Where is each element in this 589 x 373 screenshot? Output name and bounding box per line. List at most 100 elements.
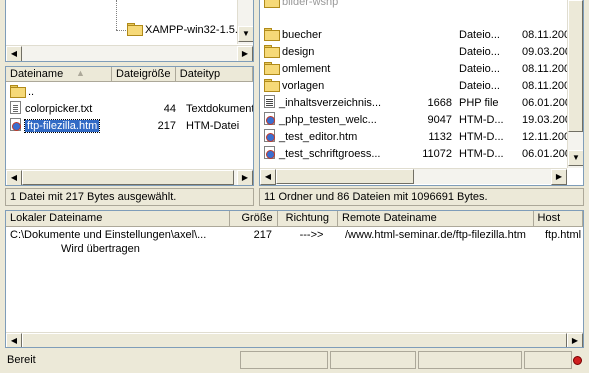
file-name-cell: design <box>264 44 388 61</box>
local-file-list: Dateiname Dateigröße Dateityp ▲ .. color… <box>5 66 254 186</box>
list-item[interactable]: buecher Dateio... 08.11.200 <box>260 27 583 44</box>
file-name: .. <box>28 86 35 98</box>
file-name: omlement <box>282 63 331 75</box>
scroll-right-button[interactable]: ▶ <box>237 46 253 61</box>
folder-icon <box>264 79 280 92</box>
list-item[interactable]: colorpicker.txt 44 Textdokument <box>6 101 253 118</box>
column-header-remote-filename[interactable]: Remote Dateiname <box>338 211 534 226</box>
tree-horizontal-scrollbar[interactable]: ◀ ▶ <box>6 45 253 61</box>
column-header-local-filename[interactable]: Lokaler Dateiname <box>6 211 231 226</box>
file-date: 08.11.200 <box>522 63 568 75</box>
file-type: HTM-D... <box>459 114 504 126</box>
file-type: Dateio... <box>459 46 500 58</box>
scroll-thumb[interactable] <box>568 0 583 132</box>
column-header-size[interactable]: Größe <box>230 211 278 226</box>
ftp-client-window: XAMPP-win32-1.5.3 ▼ ◀ ▶ Dateiname Dateig… <box>0 0 589 373</box>
column-header-filename[interactable]: Dateiname <box>6 67 113 81</box>
scroll-right-button[interactable]: ▶ <box>551 169 567 185</box>
tree-connector-branch <box>116 30 126 31</box>
file-type: HTM-D... <box>459 148 504 160</box>
folder-icon <box>127 23 143 36</box>
file-size: 217 <box>157 120 176 132</box>
file-name: design <box>282 46 315 58</box>
list-item[interactable]: _test_editor.htm 1132 HTM-D... 12.11.200 <box>260 129 583 146</box>
file-name-cell: buecher <box>264 27 388 44</box>
text-file-icon <box>10 101 21 114</box>
list-item[interactable]: .. <box>6 84 253 101</box>
scroll-left-button[interactable]: ◀ <box>260 169 276 185</box>
list-item[interactable]: vorlagen Dateio... 08.11.200 <box>260 78 583 95</box>
tree-vertical-scrollbar[interactable]: ▼ <box>237 0 253 44</box>
remote-file-list: bilder-wshp buecher Dateio... 08.11.200 des… <box>259 0 584 186</box>
list-item[interactable]: _test_schriftgroess... 11072 HTM-D... 06.01… <box>260 146 583 163</box>
status-bar: Bereit <box>0 351 589 371</box>
scroll-thumb[interactable] <box>22 333 567 347</box>
file-name: vorlagen <box>282 80 325 92</box>
file-name-cell: .. <box>10 84 116 101</box>
local-status-text: 1 Datei mit 217 Bytes ausgewählt. <box>5 188 254 206</box>
file-name-cell: _php_testen_welc... <box>264 112 388 129</box>
file-date: 08.11.200 <box>522 29 568 41</box>
list-item-selected[interactable]: ftp-filezilla.htm 217 HTM-Datei <box>6 118 253 135</box>
scroll-left-button[interactable]: ◀ <box>6 170 22 185</box>
file-date: 06.01.200 <box>522 148 568 160</box>
list-item[interactable]: _php_testen_welc... 9047 HTM-D... 19.03.200 <box>260 112 583 129</box>
folder-icon <box>264 62 280 75</box>
column-header-host[interactable]: Host <box>534 211 583 226</box>
scroll-thumb[interactable] <box>276 169 414 184</box>
transfer-status-text: Wird übertragen <box>61 243 140 255</box>
remote-horizontal-scrollbar[interactable]: ◀ ▶ <box>260 168 567 185</box>
list-item[interactable]: design Dateio... 09.03.200 <box>260 44 583 61</box>
folder-icon <box>10 85 26 98</box>
file-name-cell: _test_editor.htm <box>264 129 388 146</box>
file-name-cell: bilder-wshp <box>264 0 384 11</box>
file-name: ftp-filezilla.htm <box>23 119 101 133</box>
scroll-left-button[interactable]: ◀ <box>6 333 22 347</box>
sort-arrow-icon: ▲ <box>76 68 85 78</box>
html-file-icon <box>10 118 21 131</box>
local-horizontal-scrollbar[interactable]: ◀ ▶ <box>6 169 253 185</box>
file-name-cell: colorpicker.txt <box>10 101 116 118</box>
file-type: Dateio... <box>459 29 500 41</box>
status-bar-panel <box>418 351 522 369</box>
file-name: bilder-wshp <box>282 0 339 8</box>
list-item[interactable]: omlement Dateio... 08.11.200 <box>260 61 583 78</box>
scroll-down-button[interactable]: ▼ <box>568 150 583 166</box>
file-name: _test_schriftgroess... <box>279 148 381 160</box>
scroll-right-button[interactable]: ▶ <box>567 333 583 347</box>
local-file-header: Dateiname Dateigröße Dateityp <box>6 67 253 82</box>
remote-vertical-scrollbar[interactable]: ▼ <box>567 0 583 168</box>
scroll-thumb[interactable] <box>22 170 234 185</box>
status-bar-panel <box>524 351 572 369</box>
file-type: PHP file <box>459 97 499 109</box>
list-item[interactable]: bilder-wshp <box>260 0 583 11</box>
status-bar-text: Bereit <box>2 351 237 369</box>
file-size: 1668 <box>427 97 452 109</box>
file-size: 44 <box>163 103 176 115</box>
scroll-right-button[interactable]: ▶ <box>237 170 253 185</box>
local-directory-tree: XAMPP-win32-1.5.3 ▼ ◀ ▶ <box>5 0 254 62</box>
transfer-queue: Lokaler Dateiname Größe Richtung Remote … <box>5 210 584 348</box>
folder-icon <box>264 28 280 41</box>
file-name-cell: _inhaltsverzeichnis... <box>264 95 388 112</box>
queue-horizontal-scrollbar[interactable]: ◀ ▶ <box>6 332 583 347</box>
column-header-size[interactable]: Dateigröße <box>112 67 176 81</box>
html-file-icon <box>264 112 275 125</box>
scroll-down-button[interactable]: ▼ <box>238 26 253 42</box>
folder-icon <box>264 45 280 58</box>
list-item[interactable]: _inhaltsverzeichnis... 1668 PHP file 06.01.… <box>260 95 583 112</box>
queue-row-status: Wird übertragen <box>6 241 583 258</box>
scroll-left-button[interactable]: ◀ <box>6 46 22 61</box>
column-header-type[interactable]: Dateityp <box>176 67 253 81</box>
file-name-cell: ftp-filezilla.htm <box>10 118 116 135</box>
php-file-icon <box>264 95 275 108</box>
file-size: 9047 <box>427 114 452 126</box>
file-name: _inhaltsverzeichnis... <box>279 97 382 109</box>
file-size: 1132 <box>428 131 452 143</box>
file-date: 19.03.200 <box>522 114 568 126</box>
queue-header: Lokaler Dateiname Größe Richtung Remote … <box>6 211 583 227</box>
file-name: colorpicker.txt <box>25 103 93 115</box>
tree-folder-xampp[interactable]: XAMPP-win32-1.5.3 <box>127 22 244 39</box>
column-header-direction[interactable]: Richtung <box>278 211 338 226</box>
status-bar-panel <box>330 351 416 369</box>
